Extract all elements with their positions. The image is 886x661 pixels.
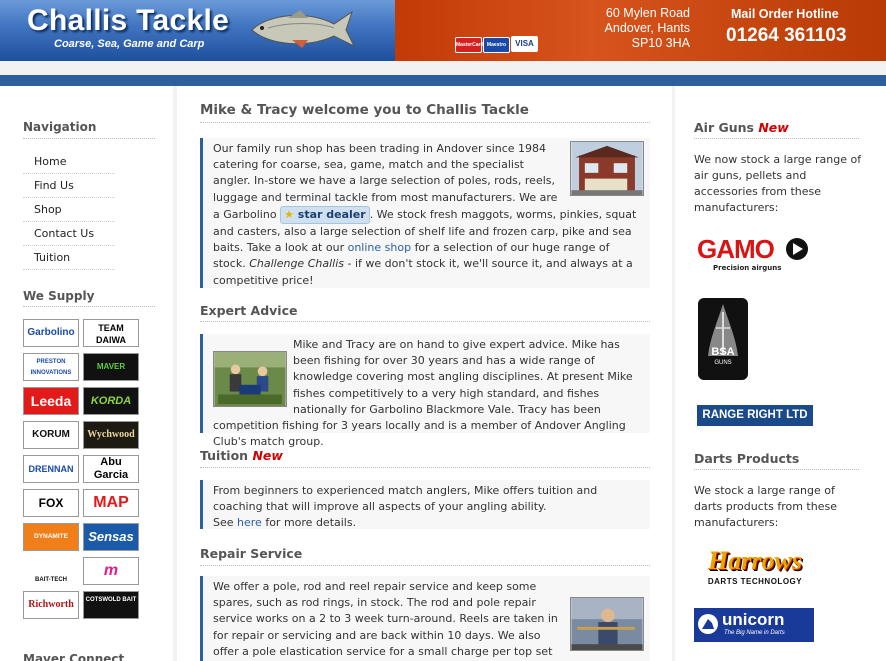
star-dealer-label: star dealer <box>297 207 366 221</box>
welcome-heading: Mike & Tracy welcome you to Challis Tack… <box>200 102 529 118</box>
brand-logo-m[interactable]: m <box>83 557 139 585</box>
brand-logo-dynamite-baits[interactable]: DYNAMITE BAITS <box>23 523 79 551</box>
brand-logo-bait-tech[interactable]: BAIT-TECH <box>23 557 79 585</box>
brand-logo-leeda[interactable]: Leeda <box>23 387 79 415</box>
nav-item-contact-us[interactable]: Contact Us <box>23 222 115 246</box>
brand-logo-garbolino[interactable]: Garbolino <box>23 319 79 347</box>
tuition-text: From beginners to experienced match angl… <box>213 484 598 514</box>
bsa-logo-sub: GUNS <box>714 360 732 366</box>
brand-logo-abu-garcia[interactable]: Abu Garcia <box>83 455 139 483</box>
bsa-logo[interactable]: BSA GUNS <box>698 298 748 380</box>
shop-front-photo <box>570 141 644 196</box>
brand-logo-cotswold-bait[interactable]: COTSWOLD BAIT <box>83 591 139 619</box>
header-divider-band <box>0 75 886 86</box>
shop-address: 60 Mylen Road Andover, Hants SP10 3HA <box>590 6 690 51</box>
unicorn-logo-text: unicorn <box>722 610 785 629</box>
address-line: Andover, Hants <box>604 21 690 35</box>
brand-logo-drennan[interactable]: DRENNAN <box>23 455 79 483</box>
gamo-tagline: Precision airguns <box>713 264 782 272</box>
repair-photo <box>570 597 644 651</box>
brand-logo-sensas[interactable]: Sensas <box>83 523 139 551</box>
site-title[interactable]: Challis Tackle <box>27 4 229 38</box>
air-guns-heading: Air Guns New <box>694 120 789 135</box>
brand-logo-korda[interactable]: KORDA <box>83 387 139 415</box>
welcome-panel: Our family run shop has been trading in … <box>200 138 650 288</box>
repair-service-heading: Repair Service <box>200 546 303 561</box>
harrows-logo-text: Harrows <box>708 546 802 575</box>
mastercard-icon: MasterCard <box>455 37 484 53</box>
expert-advice-heading: Expert Advice <box>200 303 298 318</box>
brand-logo-korum[interactable]: KORUM <box>23 421 79 449</box>
address-line: SP10 3HA <box>631 36 690 50</box>
hotline-number: 01264 361103 <box>726 25 847 46</box>
brand-logo-map[interactable]: MAP <box>83 489 139 517</box>
brand-logo-fox[interactable]: FOX <box>23 489 79 517</box>
expert-advice-panel: Mike and Tracy are on hand to give exper… <box>200 334 650 448</box>
brand-logo-preston[interactable]: PRESTON INNOVATIONS <box>23 353 79 381</box>
unicorn-emblem-icon <box>698 614 718 634</box>
brand-logo-team-daiwa[interactable]: TEAM DAIWA <box>83 319 139 347</box>
divider <box>200 321 650 322</box>
brand-logo-richworth[interactable]: Richworth <box>23 591 79 619</box>
bsa-logo-text: BSA <box>711 346 735 358</box>
harrows-tagline: DARTS TECHNOLOGY <box>707 577 803 586</box>
bsa-emblem-icon <box>708 304 738 356</box>
divider <box>200 122 650 123</box>
main-content: Mike & Tracy welcome you to Challis Tack… <box>177 86 672 661</box>
divider <box>200 467 650 468</box>
star-dealer-badge: ★ star dealer <box>280 205 370 225</box>
nav-item-find-us[interactable]: Find Us <box>23 174 115 198</box>
tuition-see-text: See <box>213 516 234 530</box>
site-header: Challis Tackle Coarse, Sea, Game and Car… <box>0 0 886 61</box>
gamo-arrow-icon <box>786 238 808 260</box>
tuition-panel: From beginners to experienced match angl… <box>200 480 650 529</box>
new-badge: New <box>252 448 283 463</box>
fish-logo-icon <box>251 10 356 48</box>
divider <box>694 138 859 139</box>
harrows-logo[interactable]: Harrows DARTS TECHNOLOGY <box>696 546 816 588</box>
air-guns-heading-label: Air Guns <box>694 120 754 135</box>
divider <box>694 469 859 470</box>
tuition-more-text: for more details. <box>265 516 357 530</box>
range-right-logo[interactable]: RANGE RIGHT LTD <box>697 405 813 426</box>
nav-list: Home Find Us Shop Contact Us Tuition <box>23 150 115 270</box>
unicorn-tagline: The Big Name in Darts <box>724 630 785 636</box>
left-sidebar: Navigation Home Find Us Shop Contact Us … <box>0 86 173 661</box>
divider <box>23 306 155 307</box>
divider <box>23 138 155 139</box>
brand-logo-maver[interactable]: MAVER <box>83 353 139 381</box>
star-icon: ★ <box>284 207 294 221</box>
payment-cards: MasterCard Maestro VISA <box>455 36 539 53</box>
darts-products-text: We stock a large range of darts products… <box>694 484 837 529</box>
gamo-logo-text: GAMO <box>697 234 775 264</box>
air-guns-text: We now stock a large range of air guns, … <box>694 153 862 214</box>
new-badge: New <box>758 120 789 135</box>
maestro-icon: Maestro <box>483 37 510 53</box>
challenge-challis-text: Challenge Challis <box>249 257 344 271</box>
address-line: 60 Mylen Road <box>605 6 690 20</box>
maver-connect-heading: Maver Connect <box>23 652 125 661</box>
right-sidebar: Air Guns New We now stock a large range … <box>675 86 886 661</box>
we-supply-heading: We Supply <box>23 289 95 303</box>
navigation-heading: Navigation <box>23 120 97 134</box>
tuition-here-link[interactable]: here <box>237 516 262 529</box>
tuition-heading-label: Tuition <box>200 448 249 463</box>
nav-item-tuition[interactable]: Tuition <box>23 246 115 270</box>
gamo-logo[interactable]: GAMO Precision airguns <box>697 234 817 276</box>
repair-service-text: We offer a pole, rod and reel repair ser… <box>213 580 558 658</box>
site-subtitle: Coarse, Sea, Game and Carp <box>54 38 205 50</box>
unicorn-logo[interactable]: unicorn The Big Name in Darts <box>694 608 814 642</box>
hotline-label: Mail Order Hotline <box>731 7 839 21</box>
anglers-photo <box>213 351 287 407</box>
repair-service-panel: We offer a pole, rod and reel repair ser… <box>200 576 650 661</box>
tuition-heading: Tuition New <box>200 448 283 463</box>
online-shop-link[interactable]: online shop <box>348 241 411 254</box>
nav-item-shop[interactable]: Shop <box>23 198 115 222</box>
nav-item-home[interactable]: Home <box>23 150 115 174</box>
brand-logo-wychwood[interactable]: Wychwood <box>83 421 139 449</box>
divider <box>200 565 650 566</box>
darts-products-heading: Darts Products <box>694 451 800 466</box>
visa-icon: VISA <box>511 36 538 52</box>
